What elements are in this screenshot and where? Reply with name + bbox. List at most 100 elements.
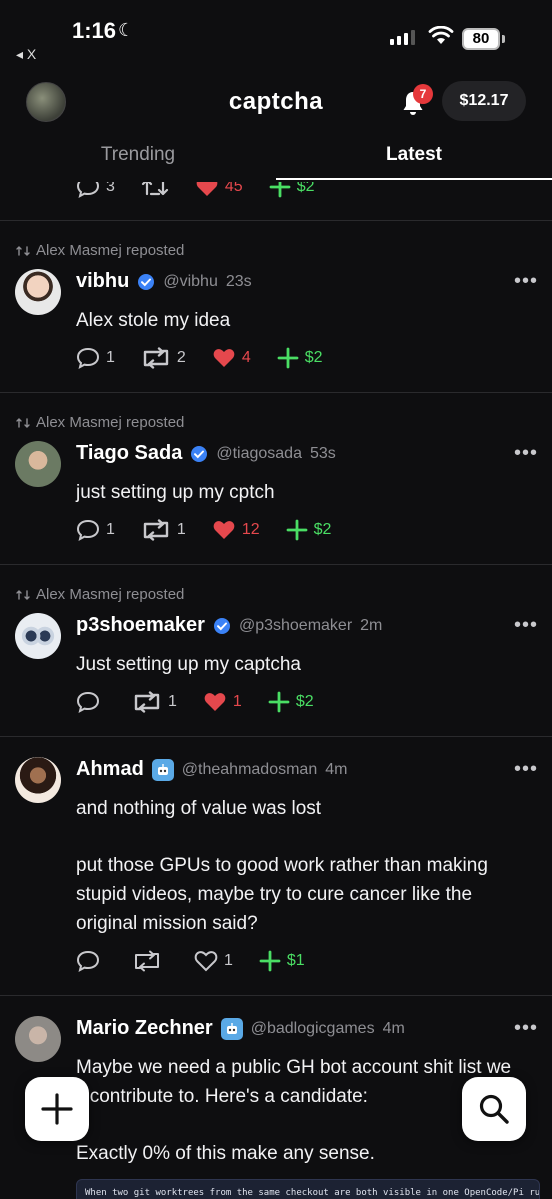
reply-icon xyxy=(76,347,100,369)
search-button[interactable] xyxy=(462,1077,526,1141)
reply-action[interactable] xyxy=(76,950,106,972)
repost-count: 1 xyxy=(176,521,186,538)
like-action[interactable]: 4 xyxy=(212,347,251,369)
repost-action[interactable]: 1 xyxy=(141,519,186,541)
like-count: 1 xyxy=(232,693,242,710)
reply-count: 1 xyxy=(106,349,115,366)
tip-action[interactable]: $2 xyxy=(286,519,332,541)
author-handle[interactable]: @tiagosada xyxy=(216,445,302,463)
avatar[interactable] xyxy=(15,269,61,315)
heart-icon xyxy=(213,521,235,539)
more-options-icon[interactable]: ••• xyxy=(514,614,538,637)
author-handle[interactable]: @p3shoemaker xyxy=(239,617,352,635)
divider xyxy=(0,564,552,565)
author-handle[interactable]: @vibhu xyxy=(163,273,218,291)
tip-amount: $2 xyxy=(296,182,315,195)
tip-action[interactable]: $2 xyxy=(268,691,314,713)
heart-icon xyxy=(196,182,218,196)
avatar[interactable] xyxy=(15,441,61,487)
tip-amount: $2 xyxy=(313,521,332,538)
author-name[interactable]: Tiago Sada xyxy=(76,442,182,465)
repost-icon xyxy=(135,950,159,972)
post-text: Alex stole my idea xyxy=(76,310,231,331)
like-count: 4 xyxy=(241,349,251,366)
post-age: 4m xyxy=(325,760,348,778)
post-age: 2m xyxy=(360,616,383,634)
avatar[interactable] xyxy=(15,613,61,659)
divider xyxy=(0,995,552,996)
feed[interactable]: 3 45 $2 Alex Masmej reposted vibhu @vibh… xyxy=(0,182,552,1199)
post-actions: 1 1 12 $2 xyxy=(76,517,357,543)
wifi-icon xyxy=(428,26,454,44)
avatar[interactable] xyxy=(15,1016,61,1062)
reply-action[interactable]: 1 xyxy=(76,347,115,369)
compose-button[interactable] xyxy=(25,1077,89,1141)
post-text: just setting up my cptch xyxy=(76,482,275,503)
post-actions: 1 $1 xyxy=(76,948,331,974)
more-options-icon[interactable]: ••• xyxy=(514,1017,538,1040)
reply-action[interactable] xyxy=(76,691,106,713)
reply-icon xyxy=(76,691,100,713)
post-actions: 1 2 4 $2 xyxy=(76,345,349,371)
divider xyxy=(0,736,552,737)
reply-icon xyxy=(76,519,100,541)
like-action[interactable]: 1 xyxy=(194,950,233,972)
author-handle[interactable]: @theahmadosman xyxy=(182,761,317,779)
like-action[interactable]: 45 xyxy=(195,182,243,198)
post-header: p3shoemaker @p3shoemaker 2m xyxy=(76,614,382,637)
author-name[interactable]: Ahmad xyxy=(76,758,144,781)
like-action[interactable]: 12 xyxy=(212,519,260,541)
heart-icon xyxy=(204,693,226,711)
tip-action[interactable]: $2 xyxy=(269,182,315,198)
tab-latest[interactable]: Latest xyxy=(276,144,552,166)
tip-action[interactable]: $2 xyxy=(277,347,323,369)
repost-small-icon xyxy=(16,417,30,428)
tab-trending[interactable]: Trending xyxy=(0,144,276,166)
balance-button[interactable]: $12.17 xyxy=(442,81,526,121)
avatar[interactable] xyxy=(15,757,61,803)
like-count: 12 xyxy=(241,521,260,538)
repost-action[interactable]: 2 xyxy=(141,347,186,369)
embedded-code-snippet[interactable]: When two git worktrees from the same che… xyxy=(76,1179,540,1199)
author-name[interactable]: vibhu xyxy=(76,270,129,293)
author-handle[interactable]: @badlogicgames xyxy=(251,1020,375,1038)
like-count: 1 xyxy=(224,952,233,969)
plus-icon xyxy=(277,347,299,369)
post-age: 53s xyxy=(309,444,336,462)
active-tab-indicator xyxy=(276,178,552,180)
post-text-paragraph: put those GPUs to good work rather than … xyxy=(76,855,488,934)
tip-action[interactable]: $1 xyxy=(259,950,305,972)
clock: 1:16 xyxy=(72,18,117,43)
heart-icon xyxy=(213,349,235,367)
post-age: 23s xyxy=(225,272,252,290)
repost-indicator: Alex Masmej reposted xyxy=(16,414,184,431)
repost-action[interactable]: 1 xyxy=(132,691,177,713)
back-to-app-link[interactable]: ◂ X xyxy=(16,46,36,63)
verified-badge-icon xyxy=(191,445,208,462)
like-count: 45 xyxy=(224,182,243,195)
author-name[interactable]: Mario Zechner xyxy=(76,1017,213,1040)
like-action[interactable]: 1 xyxy=(203,691,242,713)
cellular-signal-icon xyxy=(390,30,415,45)
plus-icon xyxy=(268,691,290,713)
more-options-icon[interactable]: ••• xyxy=(514,270,538,293)
more-options-icon[interactable]: ••• xyxy=(514,758,538,781)
post-age: 4m xyxy=(382,1019,405,1037)
more-options-icon[interactable]: ••• xyxy=(514,442,538,465)
plus-icon xyxy=(41,1093,73,1125)
repost-icon xyxy=(143,347,169,369)
reply-action[interactable]: 3 xyxy=(76,182,115,198)
repost-label: Alex Masmej reposted xyxy=(36,414,185,431)
reply-action[interactable]: 1 xyxy=(76,519,115,541)
status-bar: 1:16 ☾ ◂ X 80 xyxy=(0,0,552,70)
repost-action[interactable] xyxy=(132,950,168,972)
post-text: Maybe we need a public GH bot account sh… xyxy=(76,1057,512,1078)
repost-count: 2 xyxy=(176,349,186,366)
repost-action[interactable] xyxy=(141,182,169,198)
plus-icon xyxy=(269,182,291,198)
moon-icon: ☾ xyxy=(118,20,135,40)
author-name[interactable]: p3shoemaker xyxy=(76,614,205,637)
repost-small-icon xyxy=(16,589,30,600)
bot-icon xyxy=(220,1017,243,1040)
post-header: Tiago Sada @tiagosada 53s xyxy=(76,442,336,465)
